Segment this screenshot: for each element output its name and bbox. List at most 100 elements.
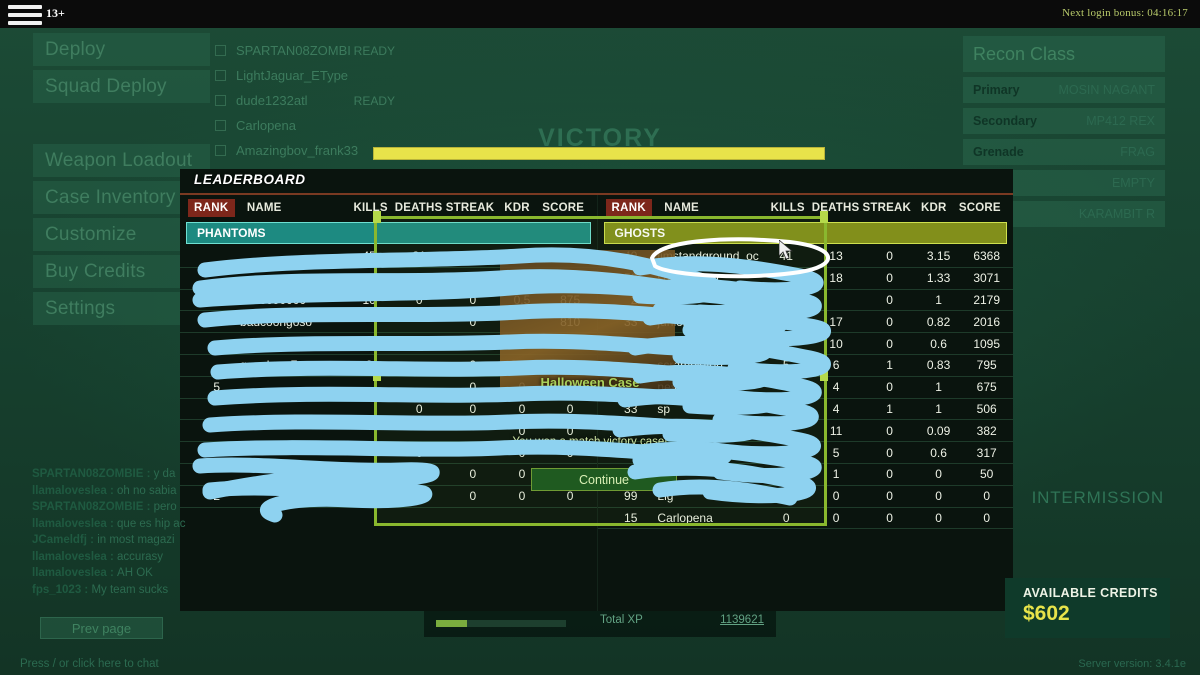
loadout-slot-primary[interactable]: Primary MOSIN NAGANT: [963, 77, 1165, 103]
cell-score: 2016: [973, 314, 1001, 329]
column-header-name: NAME: [246, 201, 282, 214]
chat-text: AH OK: [117, 567, 153, 579]
cell-rank: 35: [206, 314, 221, 329]
cell-name: Carlopena: [657, 510, 713, 525]
chat-username: llamaloveslea :: [32, 550, 118, 563]
table-header-row: RANK NAME KILLS DEATHS STREAK KDR SCORE: [598, 195, 1014, 220]
cell-deaths: 3: [415, 336, 423, 351]
column-header-deaths: DEATHS: [811, 201, 860, 214]
cell-kills: 0: [365, 489, 373, 504]
cell-deaths: 0: [415, 489, 423, 504]
slot-label: Primary: [973, 83, 1020, 97]
login-bonus-timer: Next login bonus: 04:16:17: [1062, 7, 1188, 19]
cell-score: 382: [976, 423, 997, 438]
credits-value: $602: [1023, 602, 1070, 625]
chat-username: llamaloveslea :: [32, 484, 118, 497]
cell-deaths: 17: [829, 314, 843, 329]
cell-deaths: 10: [829, 336, 843, 351]
progress-bar: [373, 147, 825, 160]
cell-kills: 14: [779, 314, 793, 329]
cell-streak: 0: [886, 271, 893, 286]
cell-name: eevee90000: [240, 292, 307, 307]
chat-username: llamaloveslea :: [32, 567, 118, 579]
column-header-kills: KILLS: [770, 201, 805, 214]
cell-streak: 0: [886, 314, 893, 329]
stat-value: 1139621: [720, 614, 764, 626]
list-item: dude1232atl READY: [215, 88, 395, 113]
cell-kills: 0: [782, 467, 790, 482]
cell-name: gea_bura7: [240, 358, 298, 373]
chat-text: pero: [153, 501, 177, 513]
cell-score: 2179: [973, 292, 1001, 307]
cell-kdr: 0: [935, 489, 942, 504]
cell-deaths: 13: [829, 249, 843, 264]
cell-deaths: 18: [829, 271, 843, 286]
player-name: dude1232atl: [236, 93, 308, 108]
cell-streak: 0: [469, 358, 477, 373]
chat-input-hint[interactable]: Press / or click here to chat: [20, 658, 159, 670]
column-header-kills: KILLS: [353, 201, 388, 214]
cell-kdr: 1: [935, 292, 942, 307]
chat-message: llamaloveslea : oh no sabia: [32, 483, 232, 500]
column-header-streak: STREAK: [862, 201, 912, 214]
cell-deaths: 0: [415, 401, 423, 416]
cell-deaths: 0: [832, 489, 840, 504]
cell-kdr: 0: [935, 510, 942, 525]
chat-message: llamaloveslea : que es hip ac: [32, 516, 232, 533]
cell-score: 675: [976, 380, 997, 395]
column-header-kdr: KDR: [504, 201, 530, 214]
cell-kdr: 0: [518, 489, 526, 504]
cell-kdr: 1: [935, 380, 942, 395]
cell-deaths: 31: [412, 249, 426, 264]
chat-username: fps_1023 :: [32, 583, 92, 596]
menu-item-squad-deploy[interactable]: Squad Deploy: [33, 70, 210, 103]
table-row: 33 sp 4 4 1 1 506: [597, 399, 1013, 421]
cell-score: 0: [566, 401, 574, 416]
slot-value: MP412 REX: [1086, 114, 1155, 128]
cell-rank: 5: [213, 380, 221, 395]
column-header-kdr: KDR: [920, 201, 947, 214]
cell-rank: 13: [206, 292, 221, 307]
slot-value: FRAG: [1120, 145, 1155, 159]
intermission-label: INTERMISSION: [1031, 488, 1164, 507]
ready-checkbox-icon: [215, 70, 226, 81]
chat-username: llamaloveslea :: [32, 517, 118, 530]
column-header-score: SCORE: [958, 201, 1001, 214]
cell-deaths: 1: [832, 467, 840, 482]
team-band-phantoms: PHANTOMS: [186, 222, 591, 244]
player-status: READY: [353, 93, 395, 108]
slot-label: Secondary: [973, 114, 1037, 128]
chat-text: accurasy: [117, 550, 164, 563]
cell-deaths: 4: [832, 380, 840, 395]
chat-log: SPARTAN08ZOMBIE : y da llamaloveslea : oh…: [32, 466, 232, 598]
cell-kills: 3: [782, 445, 790, 460]
cell-streak: 0: [469, 292, 477, 307]
cell-score: 0: [983, 489, 991, 504]
cell-kills: 2: [365, 358, 373, 373]
hamburger-menu-icon[interactable]: [8, 5, 42, 25]
cell-kills: 4: [782, 380, 790, 395]
cell-kills: 6: [782, 336, 790, 351]
menu-item-deploy[interactable]: Deploy: [33, 33, 210, 66]
player-name: LightJaguar_EType: [236, 68, 349, 83]
slot-value: MOSIN NAGANT: [1058, 83, 1155, 97]
cell-kdr: 0.6: [930, 445, 947, 460]
chat-username: SPARTAN08ZOMBIE :: [32, 468, 154, 480]
cell-score: 795: [976, 358, 997, 373]
continue-button[interactable]: Continue: [531, 468, 677, 491]
loadout-slot-secondary[interactable]: Secondary MP412 REX: [963, 108, 1165, 134]
cell-score: 3071: [973, 271, 1001, 286]
player-status: READY: [353, 43, 395, 58]
cell-streak: 0: [469, 467, 477, 482]
column-header-rank: RANK: [188, 198, 235, 217]
cell-streak: 0: [469, 401, 477, 416]
loadout-slot-grenade[interactable]: Grenade FRAG: [963, 139, 1165, 165]
cell-kdr: 0.6: [930, 336, 947, 351]
class-title: Recon Class: [963, 36, 1165, 72]
cell-kills: 45: [362, 249, 376, 264]
chat-username: SPARTAN08ZOMBIE :: [32, 501, 154, 513]
prev-page-button[interactable]: Prev page: [40, 617, 163, 639]
case-artwork: [500, 250, 675, 395]
column-header-name: NAME: [664, 201, 699, 214]
leaderboard-title: LEADERBOARD: [194, 172, 306, 187]
